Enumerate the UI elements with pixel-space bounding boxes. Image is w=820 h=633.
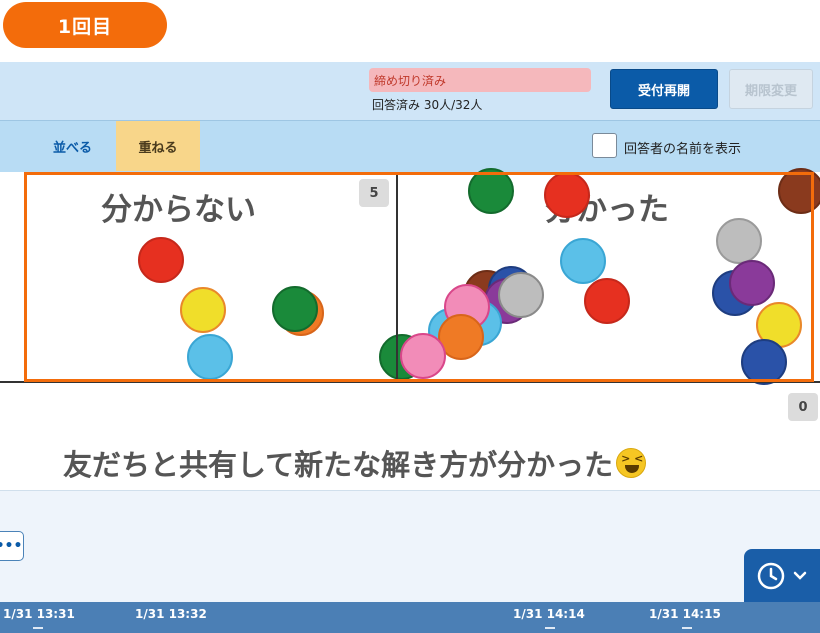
closed-status-badge: 締め切り済み <box>369 68 591 92</box>
answered-count: 回答済み 30人/32人 <box>372 98 483 112</box>
timeline-tick <box>682 627 692 629</box>
response-dot[interactable] <box>729 260 775 306</box>
lower-panel <box>0 490 820 602</box>
show-names-checkbox[interactable] <box>592 133 617 158</box>
tab-arrange[interactable]: 並べる <box>35 121 110 171</box>
more-options-button[interactable]: ••• <box>0 531 24 561</box>
response-dot[interactable] <box>138 237 184 283</box>
row2-answer-label: 友だちと共有して新たな解き方が分かった <box>63 448 614 482</box>
show-names-label: 回答者の名前を表示 <box>624 142 742 157</box>
column-title-dont-understand: 分からない <box>101 192 256 228</box>
timeline-label[interactable]: 1/31 13:31 <box>3 607 75 621</box>
response-dot[interactable] <box>400 333 446 379</box>
column-count-dont-understand: 5 <box>359 179 389 207</box>
row2-answer-text: 友だちと共有して新たな解き方が分かった <box>63 442 647 484</box>
response-dot[interactable] <box>272 286 318 332</box>
row-divider <box>0 381 820 383</box>
timeline-tick <box>33 627 43 629</box>
response-dot[interactable] <box>498 272 544 318</box>
response-dot[interactable] <box>560 238 606 284</box>
reopen-button[interactable]: 受付再開 <box>610 69 718 109</box>
row2-count: 0 <box>788 393 818 421</box>
response-dot[interactable] <box>468 168 514 214</box>
tab-overlap[interactable]: 重ねる <box>116 121 200 171</box>
response-dot[interactable] <box>778 168 820 214</box>
response-dot[interactable] <box>716 218 762 264</box>
response-dot[interactable] <box>180 287 226 333</box>
chevron-down-icon <box>793 571 807 580</box>
response-dot[interactable] <box>741 339 787 385</box>
change-period-button[interactable]: 期限変更 <box>729 69 813 109</box>
clock-icon <box>757 562 785 589</box>
history-button[interactable] <box>744 549 820 602</box>
response-dot[interactable] <box>584 278 630 324</box>
grinning-squinting-face-icon <box>616 448 647 478</box>
attempt-badge: 1回目 <box>3 2 167 48</box>
timeline-label[interactable]: 1/31 14:15 <box>649 607 721 621</box>
response-dot[interactable] <box>187 334 233 380</box>
timeline-label[interactable]: 1/31 13:32 <box>135 607 207 621</box>
timeline-tick <box>545 627 555 629</box>
response-dot[interactable] <box>544 172 590 218</box>
timeline-label[interactable]: 1/31 14:14 <box>513 607 585 621</box>
column-divider <box>396 172 398 382</box>
